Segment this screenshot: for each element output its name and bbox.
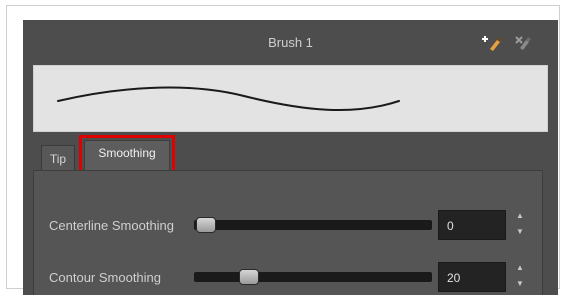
contour-decrement-arrow[interactable]: ▼ xyxy=(515,279,525,289)
smoothing-tab-content: Centerline Smoothing 0 ▲ ▼ Contour Smoot… xyxy=(33,170,543,295)
tab-smoothing[interactable]: Smoothing xyxy=(84,140,170,171)
contour-smoothing-thumb[interactable] xyxy=(238,269,259,285)
new-brush-icon[interactable] xyxy=(481,32,503,54)
brush-panel: Brush 1 Tip Smoothing Centerline Smoothi… xyxy=(23,20,558,295)
centerline-smoothing-track[interactable] xyxy=(194,220,432,230)
centerline-decrement-arrow[interactable]: ▼ xyxy=(515,227,525,237)
centerline-smoothing-label: Centerline Smoothing xyxy=(49,218,175,233)
brush-name: Brush 1 xyxy=(268,35,313,50)
contour-smoothing-label: Contour Smoothing xyxy=(49,270,162,285)
contour-smoothing-track[interactable] xyxy=(194,272,432,282)
tab-tip[interactable]: Tip xyxy=(41,145,75,170)
stroke-preview xyxy=(33,65,548,132)
centerline-smoothing-field[interactable]: 0 xyxy=(438,210,506,240)
stroke-preview-curve xyxy=(57,86,400,112)
contour-increment-arrow[interactable]: ▲ xyxy=(515,263,525,273)
contour-smoothing-field[interactable]: 20 xyxy=(438,262,506,292)
delete-brush-icon[interactable] xyxy=(513,32,535,54)
centerline-increment-arrow[interactable]: ▲ xyxy=(515,211,525,221)
centerline-smoothing-thumb[interactable] xyxy=(196,217,216,233)
brush-header: Brush 1 xyxy=(23,20,558,66)
